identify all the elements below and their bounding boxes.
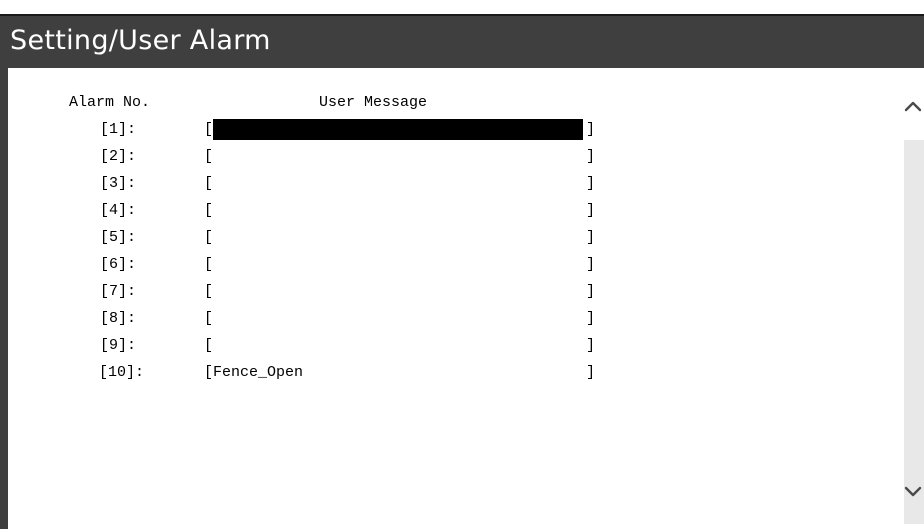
alarm-message-input-8[interactable] [213,308,583,329]
close-bracket: ] [586,121,596,138]
close-bracket: ] [586,256,596,273]
alarm-list-panel: Alarm No. User Message [1]: [ ] [2]: [ ]… [8,68,874,529]
alarm-message-input-3[interactable] [213,173,583,194]
alarm-number-label: [3]: [100,175,137,192]
alarm-row-4: [4]: [ ] [8,200,874,229]
alarm-number-label: [7]: [100,283,137,300]
close-bracket: ] [586,283,596,300]
chevron-up-icon[interactable] [902,96,924,118]
open-bracket: [ [204,175,214,192]
alarm-message-input-7[interactable] [213,281,583,302]
chevron-down-icon[interactable] [902,480,924,502]
open-bracket: [ [204,364,214,381]
alarm-number-label: [1]: [100,121,137,138]
vertical-scrollbar[interactable] [874,68,924,529]
alarm-row-6: [6]: [ ] [8,254,874,283]
open-bracket: [ [204,202,214,219]
window-left-border [0,68,8,529]
open-bracket: [ [204,283,214,300]
alarm-row-5: [5]: [ ] [8,227,874,256]
close-bracket: ] [586,202,596,219]
alarm-message-input-10[interactable] [213,362,583,383]
alarm-number-label: [10]: [99,364,145,381]
alarm-number-label: [9]: [100,337,137,354]
close-bracket: ] [586,148,596,165]
close-bracket: ] [586,310,596,327]
open-bracket: [ [204,337,214,354]
alarm-no-header: Alarm No. [69,94,151,111]
alarm-number-label: [6]: [100,256,137,273]
user-message-header: User Message [319,94,428,111]
open-bracket: [ [204,229,214,246]
close-bracket: ] [586,175,596,192]
alarm-message-input-9[interactable] [213,335,583,356]
alarm-message-input-2[interactable] [213,146,583,167]
alarm-number-label: [2]: [100,148,137,165]
alarm-message-input-6[interactable] [213,254,583,275]
close-bracket: ] [586,364,596,381]
user-alarm-window: Setting/User Alarm Alarm No. User Messag… [0,0,924,529]
close-bracket: ] [586,337,596,354]
alarm-row-7: [7]: [ ] [8,281,874,310]
alarm-number-label: [5]: [100,229,137,246]
alarm-row-2: [2]: [ ] [8,146,874,175]
alarm-row-1: [1]: [ ] [8,119,874,148]
open-bracket: [ [204,256,214,273]
open-bracket: [ [204,310,214,327]
alarm-row-10: [10]: [ ] [8,362,874,391]
title-bar: Setting/User Alarm [0,14,924,68]
alarm-number-label: [4]: [100,202,137,219]
alarm-row-9: [9]: [ ] [8,335,874,364]
alarm-number-label: [8]: [100,310,137,327]
alarm-message-input-4[interactable] [213,200,583,221]
alarm-message-input-5[interactable] [213,227,583,248]
scrollbar-track[interactable] [904,140,924,524]
open-bracket: [ [204,121,214,138]
open-bracket: [ [204,148,214,165]
alarm-row-8: [8]: [ ] [8,308,874,337]
alarm-message-input-1[interactable] [213,119,583,140]
window-title: Setting/User Alarm [10,25,271,56]
close-bracket: ] [586,229,596,246]
alarm-row-3: [3]: [ ] [8,173,874,202]
